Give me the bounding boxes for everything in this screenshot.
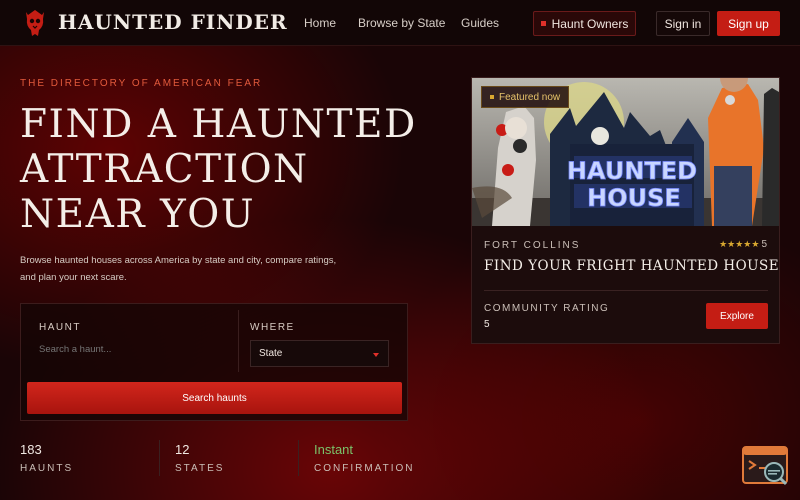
search-divider: [238, 310, 239, 372]
featured-badge: Featured now: [481, 86, 570, 108]
haunt-label: HAUNT: [39, 322, 81, 333]
featured-badge-label: Featured now: [499, 91, 561, 103]
dot-icon: [490, 95, 494, 99]
stat-label: HAUNTS: [20, 463, 74, 474]
search-document-icon[interactable]: [741, 445, 791, 487]
nav-home[interactable]: Home: [304, 16, 336, 30]
star-rating-value: 5: [761, 239, 767, 250]
star-rating: ★★★★★ 5: [719, 239, 767, 250]
featured-city: FORT COLLINS: [484, 240, 581, 251]
top-navigation-bar: HAUNTED FINDER Home Browse by State Guid…: [0, 0, 800, 46]
nav-guides[interactable]: Guides: [461, 16, 499, 30]
community-rating-label: COMMUNITY RATING: [484, 303, 610, 314]
demon-skull-icon[interactable]: [22, 8, 48, 38]
stat-haunts: 183 HAUNTS: [20, 442, 73, 474]
stat-divider: [298, 440, 299, 476]
haunt-search-input[interactable]: [39, 340, 219, 358]
stat-value: Instant: [314, 442, 354, 457]
sign-text-line2: HOUSE: [587, 184, 681, 212]
sign-in-button[interactable]: Sign in: [656, 11, 710, 36]
state-select[interactable]: State: [250, 340, 389, 367]
square-bullet-icon: [540, 21, 546, 26]
card-divider: [484, 290, 768, 291]
where-label: WHERE: [250, 322, 295, 333]
stat-label: STATES: [175, 463, 225, 474]
hero-eyebrow: THE DIRECTORY OF AMERICAN FEAR: [20, 78, 263, 89]
hero-description: Browse haunted houses across America by …: [20, 255, 337, 283]
haunt-owners-button[interactable]: Haunt Owners: [533, 11, 636, 36]
haunt-owners-label: Haunt Owners: [551, 16, 629, 31]
featured-haunt-image[interactable]: HAUNTED HOUSE Featured now: [472, 78, 779, 226]
stat-label: CONFIRMATION: [314, 463, 415, 474]
community-rating-value: 5: [484, 319, 490, 330]
stat-value: 183: [20, 442, 42, 457]
hero-title: FIND A HAUNTED ATTRACTION NEAR YOU: [20, 102, 417, 237]
chevron-down-icon: [373, 353, 379, 357]
search-haunts-button[interactable]: Search haunts: [27, 382, 402, 414]
search-panel: HAUNT WHERE State Search haunts: [20, 303, 408, 421]
featured-haunt-card[interactable]: HAUNTED HOUSE Featured now FORT COLLINS …: [471, 77, 780, 344]
stat-confirmation: Instant CONFIRMATION: [314, 442, 414, 474]
brand-name[interactable]: HAUNTED FINDER: [58, 10, 288, 34]
sign-text-line1: HAUNTED: [567, 157, 697, 185]
state-select-value: State: [259, 348, 283, 359]
stars-icon: ★★★★★: [719, 239, 760, 249]
stat-divider: [159, 440, 160, 476]
explore-button[interactable]: Explore: [706, 303, 768, 329]
nav-browse-by-state[interactable]: Browse by State: [358, 16, 445, 30]
stat-value: 12: [175, 442, 190, 457]
sign-up-button[interactable]: Sign up: [717, 11, 780, 36]
stat-states: 12 STATES: [175, 442, 224, 474]
featured-title[interactable]: FIND YOUR FRIGHT HAUNTED HOUSE: [484, 258, 779, 274]
